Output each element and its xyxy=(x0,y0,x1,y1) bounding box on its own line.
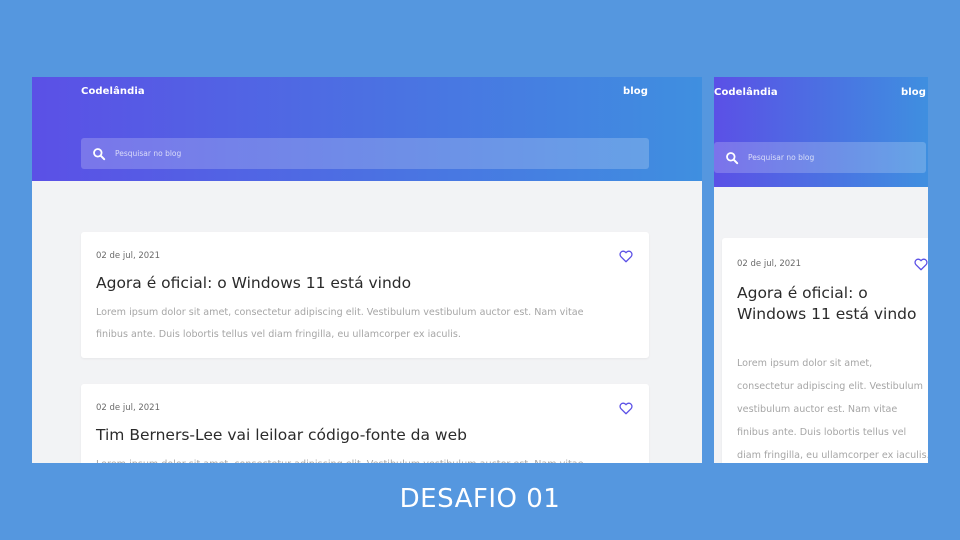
post-title[interactable]: Agora é oficial: o Windows 11 está vindo xyxy=(96,274,616,292)
post-date: 02 de jul, 2021 xyxy=(96,403,160,413)
post-date: 02 de jul, 2021 xyxy=(737,259,801,269)
post-excerpt: Lorem ipsum dolor sit amet, consectetur … xyxy=(96,307,584,340)
search-bar[interactable]: Pesquisar no blog xyxy=(81,138,649,169)
brand-logo[interactable]: Codelândia xyxy=(714,87,778,98)
challenge-title: DESAFIO 01 xyxy=(399,484,561,514)
mobile-preview: Codelândia blog Pesquisar no blog 02 de … xyxy=(714,77,928,463)
post-excerpt: Lorem ipsum dolor sit amet, consectetur … xyxy=(737,358,928,461)
search-input[interactable]: Pesquisar no blog xyxy=(115,149,181,158)
search-icon xyxy=(726,151,739,164)
post-excerpt: Lorem ipsum dolor sit amet, consectetur … xyxy=(96,454,616,463)
post-title[interactable]: Agora é oficial: o Windows 11 está vindo xyxy=(737,283,917,325)
search-bar[interactable]: Pesquisar no blog xyxy=(714,142,926,173)
nav-link-blog[interactable]: blog xyxy=(623,86,648,97)
heart-outline-icon[interactable] xyxy=(914,258,928,271)
search-input[interactable]: Pesquisar no blog xyxy=(748,153,814,162)
heart-outline-icon[interactable] xyxy=(619,250,633,263)
desktop-preview: Codelândia blog Pesquisar no blog 02 de … xyxy=(32,77,702,463)
brand-logo[interactable]: Codelândia xyxy=(81,86,145,97)
post-date: 02 de jul, 2021 xyxy=(96,251,160,261)
post-card[interactable]: 02 de jul, 2021 Agora é oficial: o Windo… xyxy=(722,238,928,463)
nav-link-blog[interactable]: blog xyxy=(901,87,926,98)
hero-header: Codelândia blog Pesquisar no blog xyxy=(714,77,928,187)
hero-header: Codelândia blog Pesquisar no blog xyxy=(32,77,702,181)
post-card[interactable]: 02 de jul, 2021 Tim Berners-Lee vai leil… xyxy=(81,384,649,463)
search-icon xyxy=(93,147,106,160)
post-card[interactable]: 02 de jul, 2021 Agora é oficial: o Windo… xyxy=(81,232,649,358)
post-title[interactable]: Tim Berners-Lee vai leiloar código-fonte… xyxy=(96,426,616,444)
heart-outline-icon[interactable] xyxy=(619,402,633,415)
